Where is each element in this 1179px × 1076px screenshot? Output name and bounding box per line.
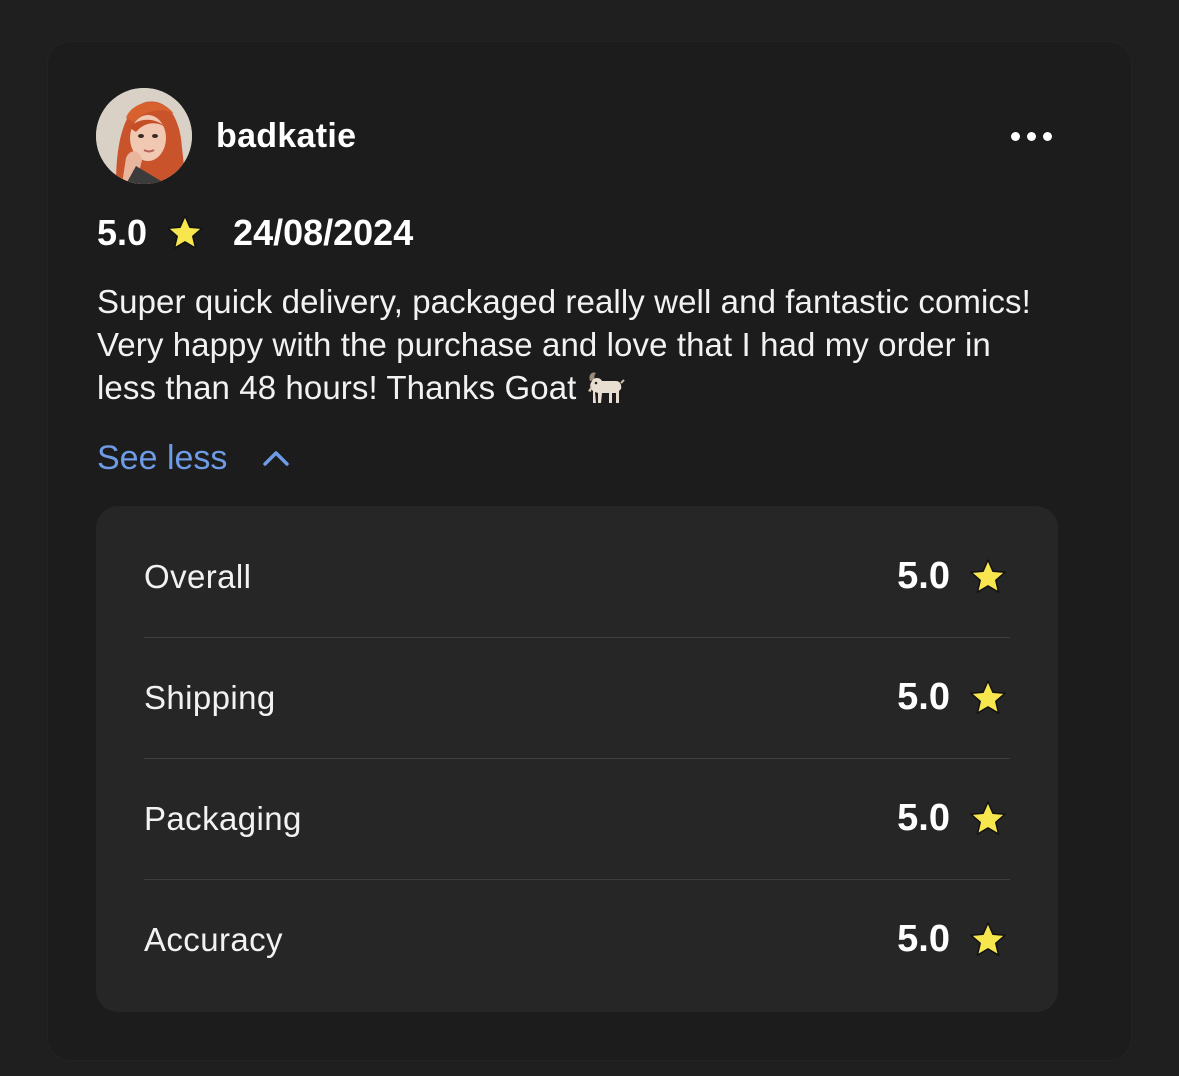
chevron-up-icon — [263, 451, 290, 466]
breakdown-score: 5.0 — [897, 797, 1010, 840]
review-body: Super quick delivery, packaged really we… — [97, 280, 1057, 409]
ellipsis-dot — [1026, 131, 1036, 141]
avatar-image — [96, 88, 192, 184]
breakdown-row-packaging: Packaging 5.0 — [144, 758, 1010, 879]
see-less-label: See less — [97, 439, 228, 477]
breakdown-score: 5.0 — [897, 555, 1010, 598]
breakdown-label: Shipping — [144, 678, 276, 716]
star-icon — [970, 679, 1006, 714]
breakdown-label: Packaging — [144, 799, 302, 837]
star-icon — [970, 921, 1006, 956]
breakdown-row-accuracy: Accuracy 5.0 — [144, 879, 1010, 1000]
see-less-toggle[interactable]: See less — [97, 436, 291, 480]
breakdown-label: Overall — [144, 557, 252, 595]
username[interactable]: badkatie — [216, 116, 356, 156]
star-icon — [167, 215, 203, 249]
breakdown-value: 5.0 — [897, 555, 950, 597]
breakdown-score: 5.0 — [897, 918, 1010, 961]
star-icon — [970, 800, 1006, 835]
breakdown-score: 5.0 — [897, 676, 1010, 719]
goat-icon — [588, 372, 626, 403]
review-rating-line: 5.0 24/08/2024 — [97, 211, 413, 255]
star-icon — [970, 558, 1006, 593]
breakdown-row-overall: Overall 5.0 — [144, 516, 1010, 637]
breakdown-value: 5.0 — [897, 797, 950, 839]
review-rating-value: 5.0 — [97, 212, 148, 253]
rating-breakdown-panel: Overall 5.0 Shipping 5.0 Packaging 5.0 A… — [96, 506, 1058, 1012]
review-text: Super quick delivery, packaged really we… — [97, 283, 1031, 406]
breakdown-row-shipping: Shipping 5.0 — [144, 637, 1010, 758]
user-avatar[interactable] — [96, 88, 192, 184]
more-options-button[interactable] — [1000, 118, 1062, 154]
review-date: 24/08/2024 — [233, 212, 414, 253]
ellipsis-dot — [1042, 131, 1052, 141]
breakdown-label: Accuracy — [144, 920, 283, 958]
breakdown-value: 5.0 — [897, 918, 950, 960]
breakdown-value: 5.0 — [897, 676, 950, 718]
ellipsis-icon — [1010, 131, 1020, 141]
